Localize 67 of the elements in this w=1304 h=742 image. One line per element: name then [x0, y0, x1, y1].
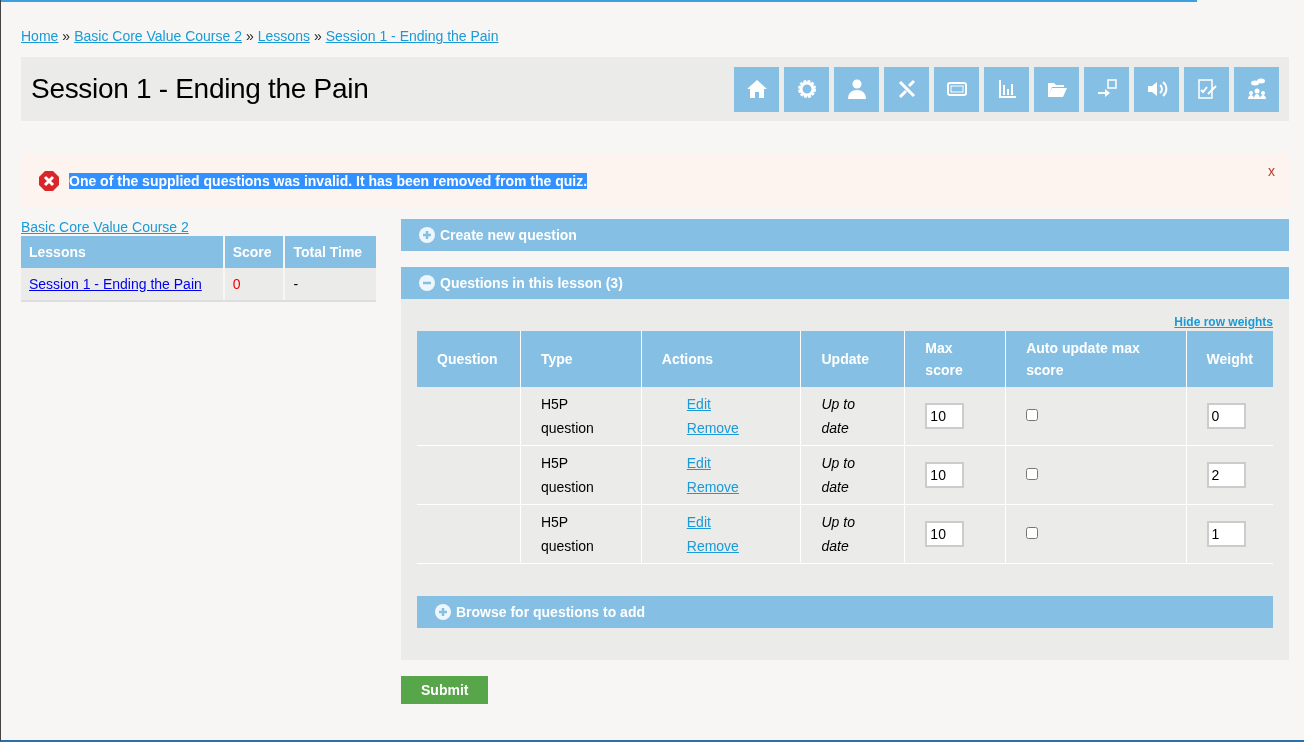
table-cell: Up to date	[800, 387, 905, 446]
group-button[interactable]	[1234, 66, 1279, 112]
section-title: Browse for questions to add	[456, 604, 645, 620]
checkbox[interactable]	[1026, 468, 1039, 480]
action-link[interactable]: Edit	[686, 392, 711, 416]
course-link[interactable]: Basic Core Value Course 2	[21, 219, 376, 235]
action-link[interactable]: Remove	[686, 416, 739, 440]
breadcrumb-separator: »	[246, 28, 254, 44]
checklist-button[interactable]	[1184, 66, 1229, 112]
time-cell: -	[284, 268, 376, 301]
board-button[interactable]	[934, 66, 979, 112]
action-link[interactable]: Remove	[686, 534, 739, 558]
section-header[interactable]: Browse for questions to add	[417, 596, 1273, 628]
table-cell: H5P question	[520, 387, 642, 446]
breadcrumb-separator: »	[62, 28, 71, 44]
max-score-field[interactable]: 10	[925, 403, 965, 429]
person-button[interactable]	[834, 66, 879, 112]
error-icon	[38, 170, 60, 192]
max-score-field[interactable]: 10	[925, 462, 965, 488]
checkbox[interactable]	[1026, 527, 1039, 539]
column-header: Actions	[641, 331, 801, 387]
plus-circle-icon	[419, 227, 435, 243]
weight-field[interactable]: 2	[1206, 462, 1246, 488]
action-link[interactable]: Edit	[686, 510, 711, 534]
breadcrumb-link[interactable]: Home	[21, 28, 59, 44]
column-header: Question	[417, 331, 521, 387]
column-header: Max score	[904, 331, 1006, 387]
table-cell: H5P question	[520, 445, 642, 505]
table-cell: Up to date	[800, 445, 905, 505]
alert-message: One of the supplied questions was invalid. It has been removed from the quiz.	[69, 173, 588, 189]
section-header[interactable]: Questions in this lesson (3)	[401, 267, 1289, 299]
breadcrumb-separator: »	[313, 28, 322, 44]
column-header: Score	[223, 236, 285, 268]
score-cell: 0	[223, 268, 285, 301]
column-header: Lessons	[21, 236, 224, 268]
speaker-button[interactable]	[1134, 66, 1179, 112]
folder-button[interactable]	[1034, 66, 1079, 112]
breadcrumb-link[interactable]: Lessons	[257, 28, 310, 44]
settings-button[interactable]	[784, 66, 829, 112]
close-button[interactable]: x	[1268, 163, 1275, 179]
breadcrumb-link[interactable]: Basic Core Value Course 2	[74, 28, 242, 44]
column-header: Update	[800, 331, 905, 387]
column-header: Total Time	[284, 236, 376, 268]
transfer-button[interactable]	[1084, 66, 1129, 112]
hide-weights-link[interactable]: Hide row weights	[1174, 315, 1273, 329]
max-score-field[interactable]: 10	[925, 521, 965, 547]
section-header[interactable]: Create new question	[401, 219, 1289, 251]
plus-circle-icon	[435, 604, 451, 620]
minus-circle-icon	[419, 275, 435, 291]
page-title: Session 1 - Ending the Pain	[31, 73, 369, 105]
table-cell: Up to date	[800, 504, 905, 564]
bar-chart-button[interactable]	[984, 66, 1029, 112]
home-button[interactable]	[734, 66, 779, 112]
column-header: Auto update max score	[1005, 331, 1187, 387]
weight-field[interactable]: 1	[1206, 521, 1246, 547]
checkbox[interactable]	[1026, 409, 1039, 421]
section-title: Questions in this lesson (3)	[440, 275, 623, 291]
table-cell: H5P question	[520, 504, 642, 564]
weight-field[interactable]: 0	[1206, 403, 1246, 429]
action-link[interactable]: Edit	[686, 451, 711, 475]
lesson-link[interactable]: Session 1 - Ending the Pain	[29, 276, 202, 292]
submit-button[interactable]: Submit	[401, 676, 489, 704]
column-header: Type	[520, 331, 642, 387]
section-title: Create new question	[440, 227, 577, 243]
column-header: Weight	[1186, 331, 1273, 387]
action-link[interactable]: Remove	[686, 475, 739, 499]
breadcrumb-link[interactable]: Session 1 - Ending the Pain	[325, 28, 499, 44]
